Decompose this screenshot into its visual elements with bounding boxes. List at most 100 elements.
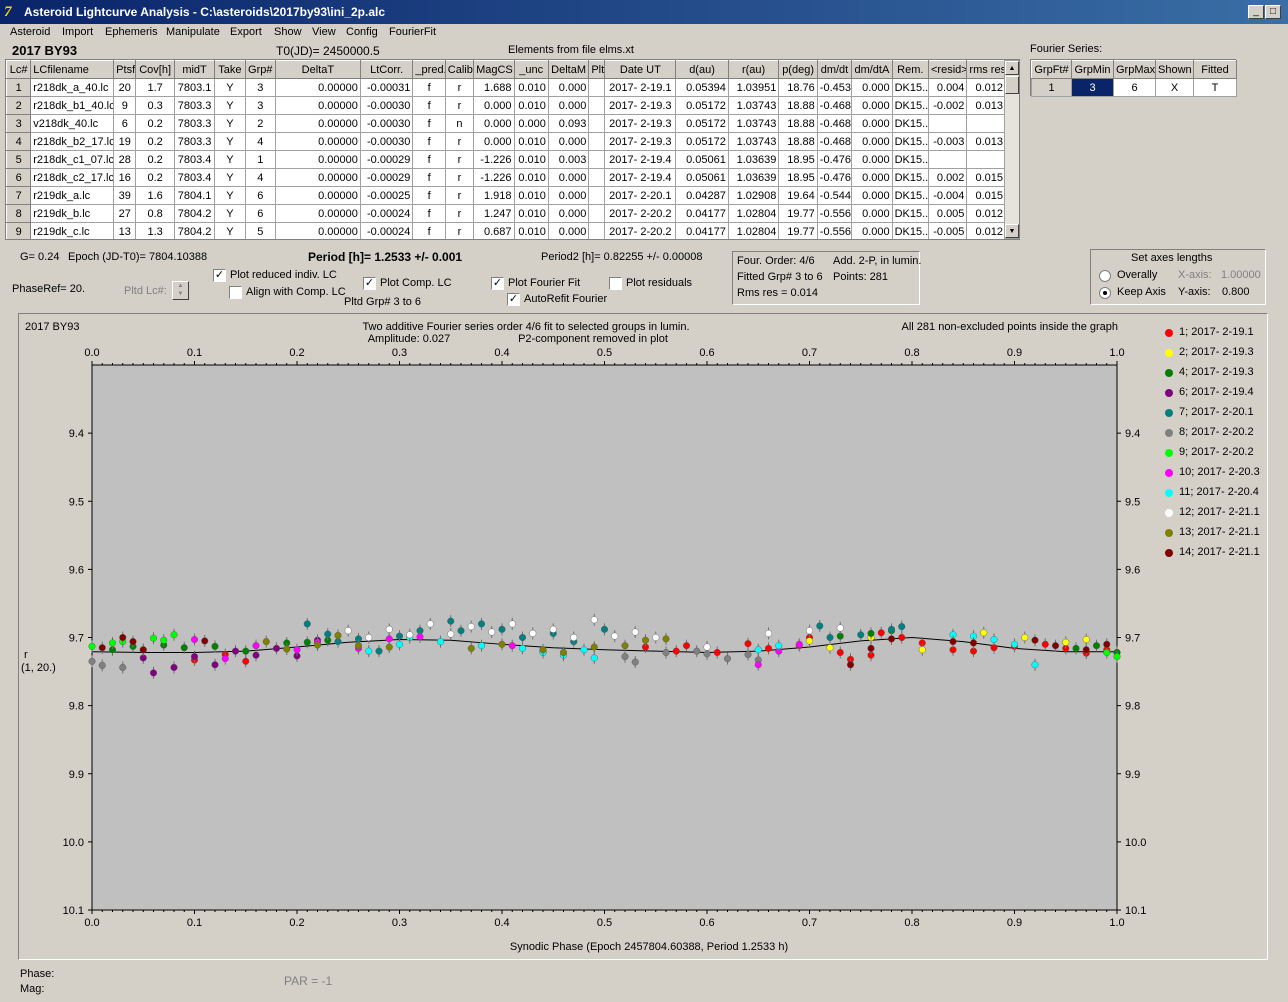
table-cell[interactable]: 0.04177 — [675, 222, 729, 239]
table-cell[interactable]: Y — [214, 132, 246, 151]
table-cell[interactable]: 0.687 — [473, 222, 515, 239]
table-cell[interactable]: 1.03639 — [727, 150, 780, 169]
table-cell[interactable]: 0.000 — [547, 168, 590, 187]
table-cell[interactable]: 0.05394 — [675, 78, 729, 97]
table-cell[interactable]: -0.468 — [816, 96, 853, 115]
table-cell[interactable]: Y — [214, 204, 246, 223]
table-cell[interactable]: 0.04177 — [675, 204, 729, 223]
table-cell[interactable]: 6 — [113, 114, 137, 133]
table-cell[interactable]: 0.05172 — [675, 114, 729, 133]
table-cell[interactable]: 0.05172 — [675, 132, 729, 151]
row-number[interactable]: 9 — [6, 222, 32, 239]
table-row[interactable]: 8 r219dk_b.lc 27 0.8 7804.2 Y 6 0.00000 -0.00024… — [6, 204, 1006, 223]
pltd-lc-spinner[interactable]: ▲ ▼ — [172, 281, 189, 300]
table-cell[interactable]: 1.7 — [135, 78, 175, 97]
lc-header-cell[interactable]: _pred. — [412, 60, 446, 79]
table-cell[interactable]: v218dk_40.lc — [30, 114, 115, 133]
overally-radio[interactable] — [1099, 270, 1111, 282]
table-cell[interactable]: 0.00000 — [274, 114, 361, 133]
plot-reduced-checkbox[interactable]: ✓ — [213, 269, 226, 282]
lc-header-cell[interactable]: MagCS — [473, 60, 515, 79]
table-cell[interactable]: 0.000 — [547, 78, 590, 97]
table-cell[interactable]: 1.02804 — [727, 204, 780, 223]
table-cell[interactable]: -0.476 — [816, 150, 853, 169]
table-cell[interactable]: 0.2 — [135, 168, 175, 187]
table-cell[interactable]: r219dk_a.lc — [30, 186, 115, 205]
table-cell[interactable]: 0.013 — [966, 96, 1006, 115]
table-cell[interactable]: -0.00024 — [359, 222, 414, 239]
table-cell[interactable]: 0.00000 — [274, 132, 361, 151]
lc-header-cell[interactable]: LtCorr. — [359, 60, 414, 79]
table-cell[interactable]: r — [444, 150, 475, 169]
lc-header-cell[interactable]: Plt — [588, 60, 606, 79]
table-cell[interactable] — [588, 204, 606, 223]
lc-header-cell[interactable]: dm/dtA — [851, 60, 893, 79]
plot-residuals-checkbox[interactable] — [609, 277, 622, 290]
table-cell[interactable]: 0.000 — [473, 132, 515, 151]
table-cell[interactable]: 7803.1 — [173, 78, 216, 97]
table-cell[interactable] — [588, 168, 606, 187]
table-cell[interactable]: 18.88 — [778, 132, 818, 151]
table-cell[interactable]: 2017- 2-19.3 — [604, 132, 677, 151]
table-cell[interactable]: r219dk_b.lc — [30, 204, 115, 223]
table-cell[interactable]: 1.03639 — [727, 168, 780, 187]
table-cell[interactable]: r — [444, 78, 475, 97]
table-cell[interactable]: Y — [214, 168, 246, 187]
table-cell[interactable]: r218dk_b1_40.lc — [30, 96, 115, 115]
table-cell[interactable]: 0.093 — [547, 114, 590, 133]
table-cell[interactable]: 0.000 — [851, 96, 893, 115]
menu-manipulate[interactable]: Manipulate — [166, 26, 220, 38]
table-cell[interactable]: 18.76 — [778, 78, 818, 97]
table-cell[interactable]: 0.00000 — [274, 150, 361, 169]
table-cell[interactable]: r218dk_c2_17.lc — [30, 168, 115, 187]
table-cell[interactable]: 1.247 — [473, 204, 515, 223]
table-cell[interactable]: 0.000 — [547, 186, 590, 205]
table-cell[interactable]: 19.64 — [778, 186, 818, 205]
table-cell[interactable]: -0.00029 — [359, 150, 414, 169]
table-cell[interactable] — [927, 150, 968, 169]
table-cell[interactable]: 0.00000 — [274, 96, 361, 115]
table-cell[interactable]: -0.005 — [927, 222, 968, 239]
lc-header-cell[interactable]: d(au) — [675, 60, 729, 79]
table-cell[interactable]: 0.05061 — [675, 168, 729, 187]
fs-cell-grpmax[interactable]: 6 — [1113, 78, 1156, 97]
table-cell[interactable]: 18.95 — [778, 150, 818, 169]
menu-fourierfit[interactable]: FourierFit — [389, 26, 436, 38]
table-cell[interactable]: -0.00024 — [359, 204, 414, 223]
table-cell[interactable]: DK15.. — [891, 204, 930, 223]
table-cell[interactable]: n — [444, 114, 475, 133]
menu-show[interactable]: Show — [274, 26, 302, 38]
table-cell[interactable]: 7803.4 — [173, 168, 216, 187]
table-cell[interactable]: 6 — [244, 186, 276, 205]
scroll-thumb[interactable] — [1005, 76, 1019, 94]
scroll-down-icon[interactable]: ▼ — [1005, 224, 1019, 238]
table-cell[interactable]: 2017- 2-20.2 — [604, 222, 677, 239]
table-cell[interactable]: r218dk_b2_17.lc — [30, 132, 115, 151]
table-cell[interactable]: -0.556 — [816, 222, 853, 239]
lc-header-cell[interactable]: Grp# — [244, 60, 276, 79]
menu-asteroid[interactable]: Asteroid — [10, 26, 50, 38]
table-cell[interactable]: f — [412, 150, 446, 169]
scroll-up-icon[interactable]: ▲ — [1005, 61, 1019, 75]
table-cell[interactable]: -0.00025 — [359, 186, 414, 205]
table-cell[interactable]: 28 — [113, 150, 137, 169]
table-cell[interactable] — [588, 186, 606, 205]
table-cell[interactable]: 0.005 — [927, 204, 968, 223]
table-cell[interactable]: 1.02908 — [727, 186, 780, 205]
table-cell[interactable]: 0.00000 — [274, 186, 361, 205]
table-cell[interactable]: 1.6 — [135, 186, 175, 205]
table-cell[interactable]: 0.00000 — [274, 204, 361, 223]
table-cell[interactable]: r — [444, 204, 475, 223]
table-cell[interactable]: f — [412, 132, 446, 151]
table-cell[interactable]: 0.000 — [473, 96, 515, 115]
lc-header-cell[interactable]: midT — [173, 60, 216, 79]
menu-ephemeris[interactable]: Ephemeris — [105, 26, 158, 38]
table-cell[interactable]: 0.000 — [547, 204, 590, 223]
table-cell[interactable]: 0.012 — [966, 78, 1006, 97]
table-cell[interactable]: 18.88 — [778, 96, 818, 115]
table-cell[interactable]: 1.03743 — [727, 132, 780, 151]
table-cell[interactable]: 0.2 — [135, 114, 175, 133]
table-cell[interactable]: f — [412, 78, 446, 97]
table-cell[interactable]: r218dk_c1_07.lc — [30, 150, 115, 169]
table-cell[interactable] — [588, 114, 606, 133]
